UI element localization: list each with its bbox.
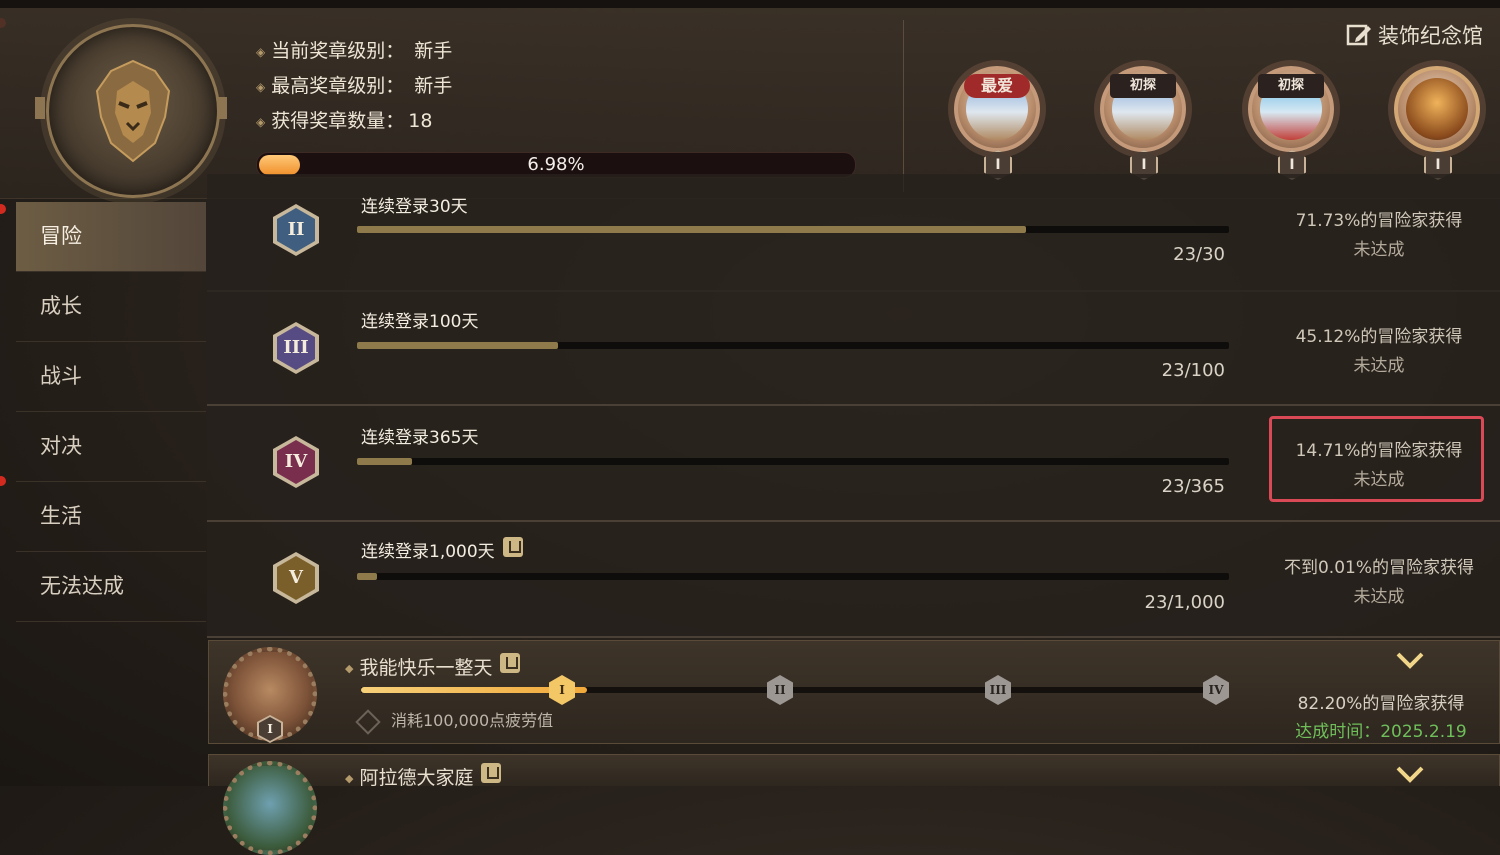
lion-icon bbox=[95, 59, 171, 163]
lock-icon bbox=[502, 537, 523, 557]
achievement-percent: 71.73%的冒险家获得 bbox=[1295, 211, 1463, 231]
lock-icon bbox=[500, 653, 521, 673]
featured-medal[interactable]: I bbox=[1376, 52, 1500, 182]
achievement-progress-bar bbox=[357, 458, 1229, 465]
sidebar-item-combat[interactable]: 战斗 bbox=[16, 342, 206, 412]
highest-level-value: 新手 bbox=[414, 75, 453, 97]
achievement-percent: 45.12%的冒险家获得 bbox=[1295, 327, 1463, 347]
tier-badge-icon: IV bbox=[273, 436, 319, 488]
medal-tag: 初探 bbox=[1110, 74, 1176, 98]
group-subtitle-text: 消耗100,000点疲劳值 bbox=[391, 711, 554, 730]
sidebar-item-growth[interactable]: 成长 bbox=[16, 272, 206, 342]
sidebar-item-duel[interactable]: 对决 bbox=[16, 412, 206, 482]
achievement-count: 23/1,000 bbox=[1144, 592, 1226, 613]
diamond-bullet-icon: ◈ bbox=[256, 79, 266, 94]
chevron-down-icon[interactable] bbox=[1395, 649, 1425, 671]
edit-icon bbox=[1346, 24, 1371, 46]
diamond-bullet-icon: ◆ bbox=[345, 662, 354, 675]
tier-badge-icon: V bbox=[273, 552, 319, 604]
category-sidebar: 冒险 成长 战斗 对决 生活 无法达成 bbox=[16, 202, 206, 622]
decorate-memorial-button[interactable]: 装饰纪念馆 bbox=[1346, 20, 1483, 50]
achievement-row[interactable]: II 连续登录30天 23/30 71.73%的冒险家获得 未达成 bbox=[207, 174, 1500, 292]
medal-count-value: 18 bbox=[408, 110, 433, 132]
highlight-box bbox=[1269, 416, 1484, 502]
tier-marker-iii[interactable]: III bbox=[985, 675, 1011, 705]
achievement-title: 连续登录100天 bbox=[361, 312, 479, 332]
header-divider bbox=[903, 20, 904, 192]
tier-badge-icon: III bbox=[273, 322, 319, 374]
achievement-status: 未达成 bbox=[1353, 587, 1405, 607]
achievement-title: 连续登录1,000天 bbox=[361, 537, 523, 562]
achievement-count: 23/30 bbox=[1173, 244, 1225, 265]
featured-medal[interactable]: 初探 I bbox=[1230, 52, 1354, 182]
tier-marker-ii[interactable]: II bbox=[767, 675, 793, 705]
featured-medal[interactable]: 初探 I bbox=[1082, 52, 1206, 182]
lock-icon bbox=[481, 763, 502, 783]
tier-marker-i[interactable]: I bbox=[549, 675, 575, 705]
sidebar-item-life[interactable]: 生活 bbox=[16, 482, 206, 552]
achievement-progress-bar bbox=[357, 342, 1229, 349]
medal-count-label: 获得奖章数量： bbox=[271, 110, 405, 132]
achievement-group-row[interactable]: I ◆ 我能快乐一整天 I II III IV 消耗100,000点疲劳值 82.… bbox=[208, 640, 1500, 744]
current-level-label: 当前奖章级别： bbox=[271, 40, 405, 62]
group-medal-icon bbox=[223, 761, 317, 855]
group-subtitle: 消耗100,000点疲劳值 bbox=[355, 707, 554, 735]
achievement-status: 未达成 bbox=[1353, 356, 1405, 376]
diamond-outline-icon bbox=[355, 708, 381, 735]
achievement-progress-bar bbox=[357, 226, 1229, 233]
achievement-group-row[interactable]: ◆ 阿拉德大家庭 bbox=[208, 754, 1500, 855]
achievement-title: 连续登录365天 bbox=[361, 428, 479, 448]
diamond-bullet-icon: ◈ bbox=[256, 44, 266, 59]
achievement-progress-bar bbox=[357, 573, 1229, 580]
achievement-percent: 不到0.01%的冒险家获得 bbox=[1283, 558, 1474, 578]
sidebar-item-adventure[interactable]: 冒险 bbox=[16, 202, 206, 272]
achievement-count: 23/100 bbox=[1161, 360, 1225, 381]
featured-medal[interactable]: 最爱 I bbox=[936, 52, 1060, 182]
achievement-count: 23/365 bbox=[1161, 476, 1225, 497]
player-emblem bbox=[35, 24, 227, 198]
group-title-text: 我能快乐一整天 bbox=[359, 657, 493, 679]
group-title: ◆ 我能快乐一整天 bbox=[345, 653, 521, 680]
favorite-tag: 最爱 bbox=[964, 74, 1030, 98]
achievement-row[interactable]: V 连续登录1,000天 23/1,000 不到0.01%的冒险家获得 未达成 bbox=[207, 522, 1500, 638]
highest-level-line: ◈ 最高奖章级别： 新手 bbox=[256, 71, 452, 98]
achievement-title: 连续登录30天 bbox=[361, 197, 468, 217]
achievement-progress-fill bbox=[357, 342, 558, 349]
achievement-status: 未达成 bbox=[1353, 240, 1405, 260]
notification-dot bbox=[0, 204, 6, 214]
achievement-progress-fill bbox=[357, 226, 1026, 233]
current-level-line: ◈ 当前奖章级别： 新手 bbox=[256, 36, 452, 63]
current-level-value: 新手 bbox=[414, 40, 453, 62]
tier-marker-iv[interactable]: IV bbox=[1203, 675, 1229, 705]
medal-tag: 初探 bbox=[1258, 74, 1324, 98]
medal-ring bbox=[1394, 66, 1480, 152]
chevron-down-icon[interactable] bbox=[1395, 763, 1425, 785]
group-achieved-date: 达成时间：2025.2.19 bbox=[1295, 722, 1467, 742]
tier-badge-icon: II bbox=[273, 204, 319, 256]
sidebar-item-unachievable[interactable]: 无法达成 bbox=[16, 552, 206, 622]
achievement-title-text: 连续登录1,000天 bbox=[361, 542, 495, 562]
top-bar bbox=[0, 0, 1500, 8]
diamond-bullet-icon: ◆ bbox=[345, 772, 354, 785]
highest-level-label: 最高奖章级别： bbox=[271, 75, 405, 97]
achievement-row[interactable]: III 连续登录100天 23/100 45.12%的冒险家获得 未达成 bbox=[207, 290, 1500, 406]
notification-dot bbox=[0, 476, 6, 486]
group-percent: 82.20%的冒险家获得 bbox=[1297, 694, 1465, 714]
medal-art bbox=[1406, 78, 1468, 140]
achievement-progress-fill bbox=[357, 458, 412, 465]
achievement-progress-fill bbox=[357, 573, 377, 580]
decorate-memorial-label: 装饰纪念馆 bbox=[1378, 24, 1483, 48]
diamond-bullet-icon: ◈ bbox=[256, 114, 266, 129]
medal-count-line: ◈ 获得奖章数量： 18 bbox=[256, 106, 432, 133]
